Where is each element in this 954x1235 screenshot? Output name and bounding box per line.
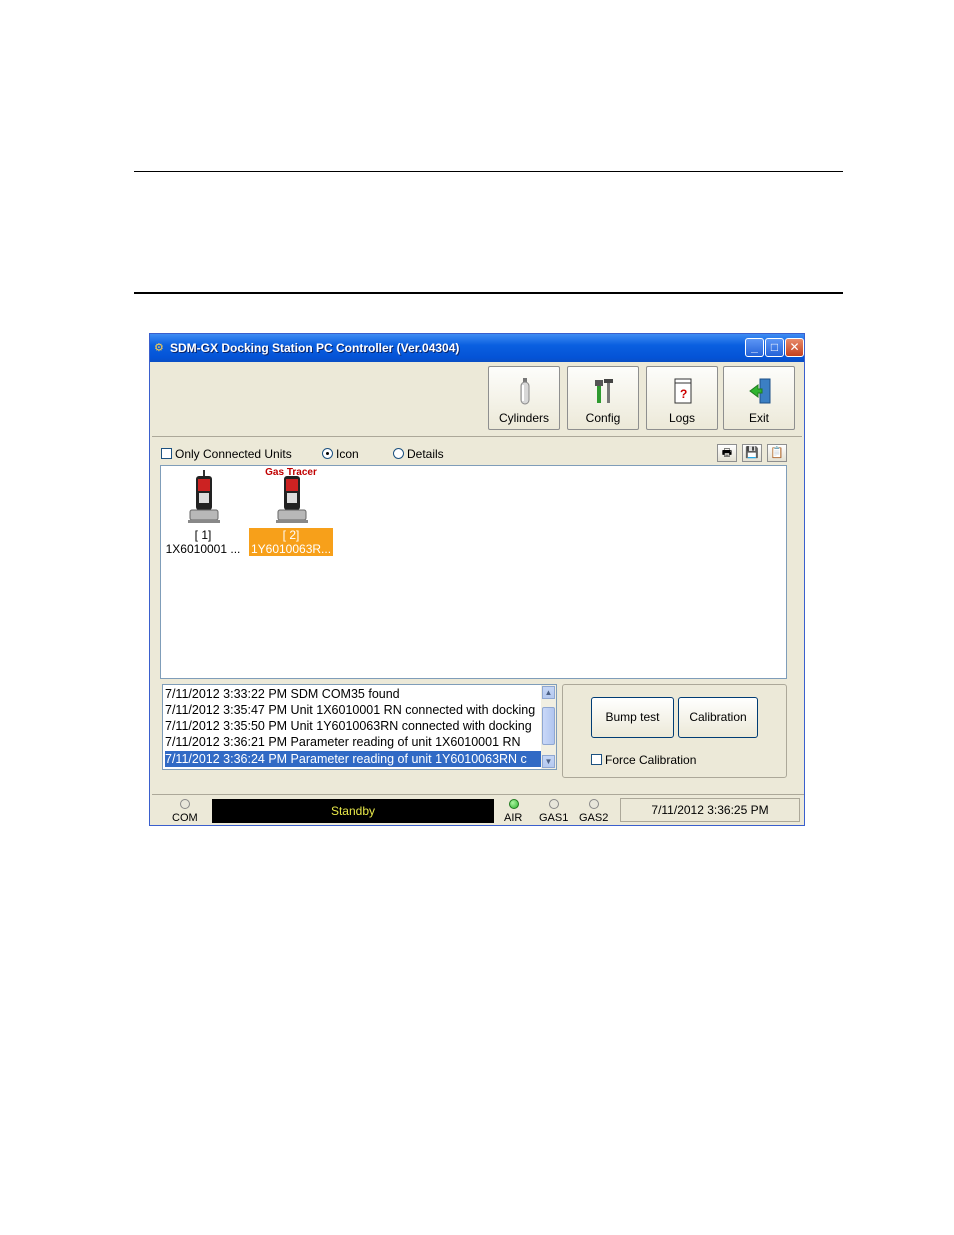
top-rule bbox=[134, 171, 843, 172]
status-display: Standby bbox=[212, 799, 494, 823]
unit-label: [ 1] 1X6010001 ... bbox=[161, 528, 245, 556]
view-options: Only Connected Units Icon Details bbox=[160, 446, 800, 462]
icon-view-label: Icon bbox=[336, 447, 359, 461]
action-panel: Bump test Calibration Force Calibration bbox=[562, 684, 787, 778]
datetime-display: 7/11/2012 3:36:25 PM bbox=[620, 798, 800, 822]
gas-detector-icon bbox=[276, 476, 308, 523]
unit-item-2[interactable]: Gas Tracer [ 2] 1Y6010063R... bbox=[249, 467, 333, 556]
printer-icon: 🖶 bbox=[721, 447, 733, 459]
logs-label: Logs bbox=[668, 411, 696, 425]
only-connected-checkbox[interactable] bbox=[161, 448, 172, 459]
log-scrollbar[interactable]: ▲ ▼ bbox=[541, 685, 556, 769]
title-bar[interactable]: ⚙ SDM-GX Docking Station PC Controller (… bbox=[150, 334, 804, 362]
close-button[interactable]: ✕ bbox=[785, 338, 804, 357]
details-view-label: Details bbox=[407, 447, 444, 461]
calibration-button[interactable]: Calibration bbox=[678, 697, 758, 738]
gas1-label: GAS1 bbox=[539, 812, 569, 824]
log-entry[interactable]: 7/11/2012 3:35:47 PM Unit 1X6010001 RN c… bbox=[165, 702, 542, 718]
gas2-label: GAS2 bbox=[579, 812, 609, 824]
notebook-icon: ? bbox=[674, 378, 692, 404]
config-button[interactable]: Config bbox=[567, 366, 639, 430]
svg-text:?: ? bbox=[680, 387, 687, 401]
force-calibration-checkbox[interactable] bbox=[591, 754, 602, 765]
logs-button[interactable]: ? Logs bbox=[646, 366, 718, 430]
gas1-led-icon bbox=[549, 799, 559, 809]
save-icon: 💾 bbox=[745, 447, 759, 459]
com-led-icon bbox=[180, 799, 190, 809]
details-view-radio[interactable] bbox=[393, 448, 404, 459]
scroll-down-icon[interactable]: ▼ bbox=[542, 755, 555, 768]
exit-button[interactable]: Exit bbox=[723, 366, 795, 430]
clipboard-icon: 📋 bbox=[770, 447, 784, 459]
unit-item-1[interactable]: [ 1] 1X6010001 ... bbox=[161, 470, 245, 556]
icon-view-radio[interactable] bbox=[322, 448, 333, 459]
log-entry[interactable]: 7/11/2012 3:35:50 PM Unit 1Y6010063RN co… bbox=[165, 718, 542, 734]
minimize-button[interactable]: _ bbox=[745, 338, 764, 357]
gas-detector-icon bbox=[188, 470, 220, 523]
cylinder-icon bbox=[520, 378, 530, 405]
gas2-led-icon bbox=[589, 799, 599, 809]
app-icon: ⚙ bbox=[154, 342, 164, 354]
app-window: ⚙ SDM-GX Docking Station PC Controller (… bbox=[149, 333, 805, 826]
scroll-up-icon[interactable]: ▲ bbox=[542, 686, 555, 699]
bump-test-button[interactable]: Bump test bbox=[591, 697, 674, 738]
window-title: SDM-GX Docking Station PC Controller (Ve… bbox=[170, 341, 460, 355]
scroll-thumb[interactable] bbox=[542, 707, 555, 745]
cylinders-label: Cylinders bbox=[498, 411, 549, 425]
air-label: AIR bbox=[504, 812, 523, 824]
save-button[interactable]: 💾 bbox=[742, 444, 762, 462]
maximize-button[interactable]: □ bbox=[765, 338, 784, 357]
exit-door-icon bbox=[749, 378, 771, 404]
com-label: COM bbox=[172, 812, 198, 824]
force-calibration-label: Force Calibration bbox=[605, 753, 697, 767]
unit-serial: 1X6010001 ... bbox=[165, 542, 241, 556]
event-log[interactable]: 7/11/2012 3:33:22 PM SDM COM35 found 7/1… bbox=[162, 684, 557, 770]
toolbar: Cylinders Config ? Logs Exit bbox=[152, 362, 802, 437]
unit-slot: [ 1] bbox=[194, 528, 212, 542]
log-entry[interactable]: 7/11/2012 3:33:22 PM SDM COM35 found bbox=[165, 686, 542, 702]
tools-icon bbox=[595, 379, 613, 403]
section-rule bbox=[134, 292, 843, 294]
config-label: Config bbox=[585, 411, 621, 425]
unit-serial: 1Y6010063R... bbox=[250, 542, 332, 556]
unit-label: [ 2] 1Y6010063R... bbox=[249, 528, 333, 556]
status-bar: COM Standby AIR GAS1 GAS2 7/11/2012 3:36… bbox=[152, 794, 804, 826]
unit-slot: [ 2] bbox=[282, 528, 300, 542]
log-entry[interactable]: 7/11/2012 3:36:21 PM Parameter reading o… bbox=[165, 734, 542, 750]
cylinders-button[interactable]: Cylinders bbox=[488, 366, 560, 430]
print-button[interactable]: 🖶 bbox=[717, 444, 737, 462]
exit-label: Exit bbox=[748, 411, 769, 425]
log-entry-selected[interactable]: 7/11/2012 3:36:24 PM Parameter reading o… bbox=[165, 751, 542, 767]
air-led-icon bbox=[509, 799, 519, 809]
only-connected-label: Only Connected Units bbox=[175, 447, 292, 461]
unit-list: [ 1] 1X6010001 ... Gas Tracer [ 2] 1Y601… bbox=[160, 465, 787, 679]
clipboard-button[interactable]: 📋 bbox=[767, 444, 787, 462]
